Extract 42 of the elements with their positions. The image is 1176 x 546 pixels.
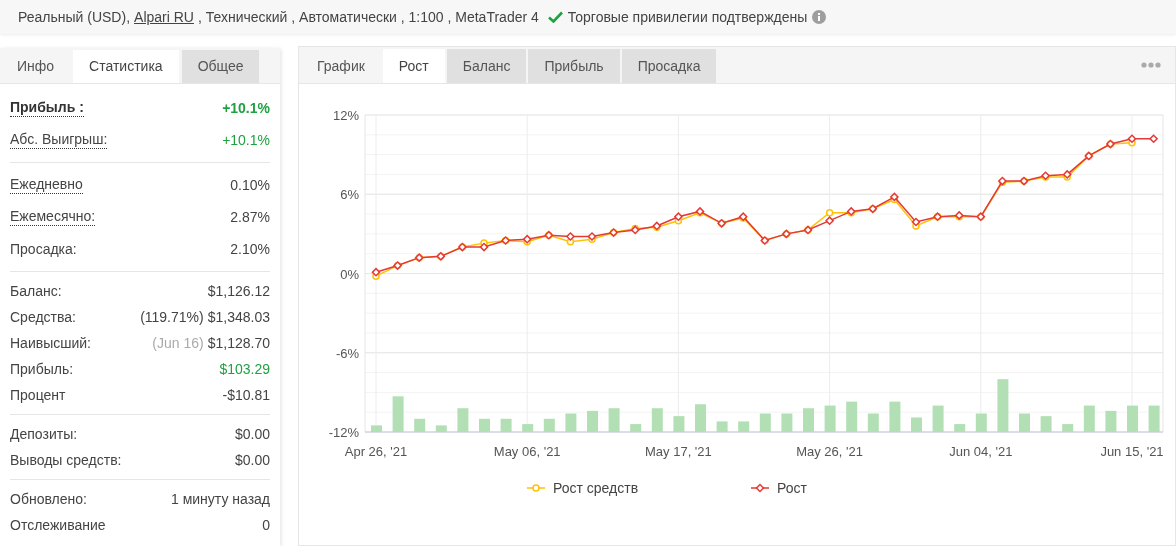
account-details: , Технический , Автоматически , 1:100 , MetaTrader 4 xyxy=(197,7,539,27)
stat-note: (119.71%) xyxy=(140,307,204,327)
axis-label: 12% xyxy=(332,108,359,123)
stat-value: $103.29 xyxy=(219,359,270,379)
stat-value: +10.1% xyxy=(222,130,270,150)
axis-label: 6% xyxy=(340,187,359,203)
stat-value: +10.1% xyxy=(222,98,270,118)
axis-label: -12% xyxy=(328,425,359,440)
stat-label: Выводы средств: xyxy=(10,450,122,470)
verified-status: Торговые привилегии подтверждены xyxy=(567,7,808,27)
stat-value: 2.87% xyxy=(230,207,270,227)
axis-label: Apr 26, '21 xyxy=(344,444,408,459)
stat-value: $0.00 xyxy=(234,450,270,470)
stat-value: 2.10% xyxy=(230,239,270,259)
stat-note: (Jun 16) xyxy=(152,333,204,353)
axis-label: May 26, '21 xyxy=(796,444,863,459)
stat-value: 1 минуту назад xyxy=(170,489,270,509)
account-summary: Реальный (USD), xyxy=(18,7,131,27)
axis-label: Jun 15, '21 xyxy=(1100,444,1164,459)
stat-value: 0 xyxy=(262,515,270,535)
stat-label: Прибыль: xyxy=(10,359,74,379)
stat-label: Депозиты: xyxy=(10,424,78,444)
stat-value: $1,126.12 xyxy=(207,281,270,301)
stat-label: Просадка: xyxy=(10,239,77,259)
stat-label: Отслеживание xyxy=(10,515,106,535)
stat-value: $1,348.03 xyxy=(207,307,270,327)
stat-value: $0.00 xyxy=(234,424,270,444)
stat-value: $1,128.70 xyxy=(207,333,270,353)
stat-label: Баланс: xyxy=(10,281,62,301)
stat-value: 0.10% xyxy=(230,175,270,195)
axis-label: May 17, '21 xyxy=(645,444,712,459)
stat-label: Обновлено: xyxy=(10,489,87,509)
stat-value: -$10.81 xyxy=(222,385,270,405)
axis-label: Jun 04, '21 xyxy=(949,444,1013,459)
axis-label: -6% xyxy=(335,345,359,361)
axis-label: 0% xyxy=(340,266,359,282)
stat-label: Средства: xyxy=(10,307,76,327)
axis-label: May 06, '21 xyxy=(493,444,561,459)
legend-label: Рост xyxy=(777,480,808,496)
stat-label: Процент xyxy=(10,385,66,405)
legend-label: Рост средств xyxy=(553,480,639,496)
stat-label: Наивысший: xyxy=(10,333,91,353)
